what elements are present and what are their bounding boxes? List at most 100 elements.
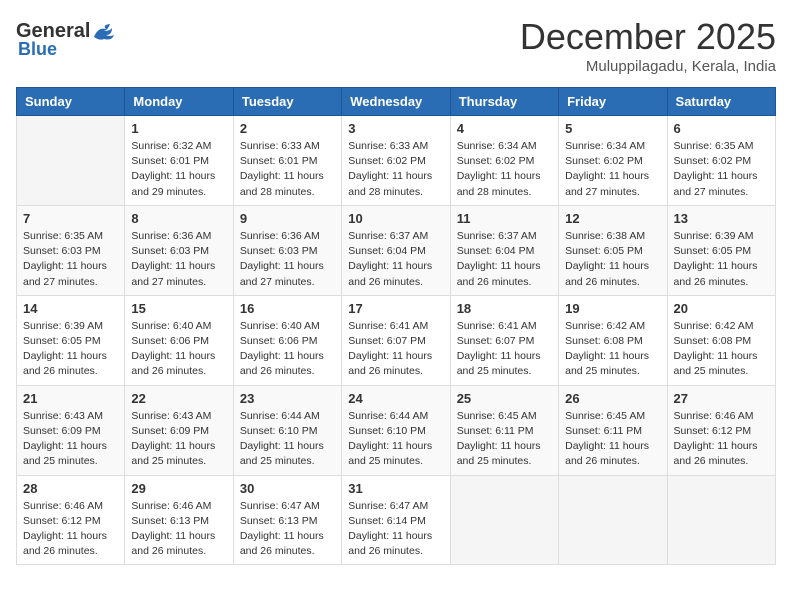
calendar-cell: 11 Sunrise: 6:37 AMSunset: 6:04 PMDayligh…: [450, 205, 558, 295]
calendar-cell: 20 Sunrise: 6:42 AMSunset: 6:08 PMDayligh…: [667, 295, 775, 385]
calendar-cell: 4 Sunrise: 6:34 AMSunset: 6:02 PMDaylight…: [450, 116, 558, 206]
cell-date-number: 22: [131, 391, 226, 406]
cell-sun-info: Sunrise: 6:36 AMSunset: 6:03 PMDaylight:…: [131, 229, 226, 290]
cell-sun-info: Sunrise: 6:41 AMSunset: 6:07 PMDaylight:…: [348, 319, 443, 380]
calendar-cell: 18 Sunrise: 6:41 AMSunset: 6:07 PMDayligh…: [450, 295, 558, 385]
calendar-week-row: 21 Sunrise: 6:43 AMSunset: 6:09 PMDayligh…: [17, 385, 776, 475]
cell-sun-info: Sunrise: 6:40 AMSunset: 6:06 PMDaylight:…: [240, 319, 335, 380]
cell-date-number: 17: [348, 301, 443, 316]
cell-sun-info: Sunrise: 6:37 AMSunset: 6:04 PMDaylight:…: [457, 229, 552, 290]
cell-sun-info: Sunrise: 6:44 AMSunset: 6:10 PMDaylight:…: [240, 409, 335, 470]
cell-date-number: 15: [131, 301, 226, 316]
calendar-cell: 17 Sunrise: 6:41 AMSunset: 6:07 PMDayligh…: [342, 295, 450, 385]
cell-date-number: 3: [348, 121, 443, 136]
cell-date-number: 30: [240, 481, 335, 496]
calendar-cell: 14 Sunrise: 6:39 AMSunset: 6:05 PMDayligh…: [17, 295, 125, 385]
calendar-cell: 3 Sunrise: 6:33 AMSunset: 6:02 PMDaylight…: [342, 116, 450, 206]
logo-bird-icon: [92, 23, 114, 41]
cell-sun-info: Sunrise: 6:47 AMSunset: 6:14 PMDaylight:…: [348, 499, 443, 560]
cell-date-number: 5: [565, 121, 660, 136]
cell-date-number: 25: [457, 391, 552, 406]
weekday-header-thursday: Thursday: [450, 88, 558, 116]
calendar-cell: 2 Sunrise: 6:33 AMSunset: 6:01 PMDaylight…: [233, 116, 341, 206]
weekday-header-sunday: Sunday: [17, 88, 125, 116]
cell-date-number: 28: [23, 481, 118, 496]
cell-date-number: 29: [131, 481, 226, 496]
location-text: Muluppilagadu, Kerala, India: [520, 58, 776, 75]
cell-date-number: 24: [348, 391, 443, 406]
cell-date-number: 18: [457, 301, 552, 316]
weekday-header-monday: Monday: [125, 88, 233, 116]
cell-sun-info: Sunrise: 6:43 AMSunset: 6:09 PMDaylight:…: [131, 409, 226, 470]
calendar-cell: 12Sunrise: 6:38 AMSunset: 6:05 PMDayligh…: [559, 205, 667, 295]
calendar-cell: 5 Sunrise: 6:34 AMSunset: 6:02 PMDaylight…: [559, 116, 667, 206]
calendar-table: SundayMondayTuesdayWednesdayThursdayFrid…: [16, 87, 776, 565]
weekday-header-wednesday: Wednesday: [342, 88, 450, 116]
calendar-cell: 8 Sunrise: 6:36 AMSunset: 6:03 PMDaylight…: [125, 205, 233, 295]
calendar-cell: 29Sunrise: 6:46 AMSunset: 6:13 PMDayligh…: [125, 475, 233, 565]
cell-sun-info: Sunrise: 6:39 AMSunset: 6:05 PMDaylight:…: [674, 229, 769, 290]
calendar-cell: 28 Sunrise: 6:46 AMSunset: 6:12 PMDayligh…: [17, 475, 125, 565]
calendar-cell: 19 Sunrise: 6:42 AMSunset: 6:08 PMDayligh…: [559, 295, 667, 385]
cell-date-number: 7: [23, 211, 118, 226]
cell-sun-info: Sunrise: 6:41 AMSunset: 6:07 PMDaylight:…: [457, 319, 552, 380]
calendar-week-row: 7 Sunrise: 6:35 AMSunset: 6:03 PMDaylight…: [17, 205, 776, 295]
calendar-cell: 30 Sunrise: 6:47 AMSunset: 6:13 PMDayligh…: [233, 475, 341, 565]
calendar-cell: 10Sunrise: 6:37 AMSunset: 6:04 PMDayligh…: [342, 205, 450, 295]
cell-date-number: 2: [240, 121, 335, 136]
cell-sun-info: Sunrise: 6:45 AMSunset: 6:11 PMDaylight:…: [457, 409, 552, 470]
cell-date-number: 10: [348, 211, 443, 226]
cell-date-number: 20: [674, 301, 769, 316]
cell-date-number: 9: [240, 211, 335, 226]
cell-sun-info: Sunrise: 6:32 AMSunset: 6:01 PMDaylight:…: [131, 139, 226, 200]
cell-sun-info: Sunrise: 6:43 AMSunset: 6:09 PMDaylight:…: [23, 409, 118, 470]
cell-sun-info: Sunrise: 6:34 AMSunset: 6:02 PMDaylight:…: [565, 139, 660, 200]
cell-sun-info: Sunrise: 6:40 AMSunset: 6:06 PMDaylight:…: [131, 319, 226, 380]
cell-sun-info: Sunrise: 6:39 AMSunset: 6:05 PMDaylight:…: [23, 319, 118, 380]
cell-date-number: 21: [23, 391, 118, 406]
logo: General Blue: [16, 20, 114, 60]
cell-sun-info: Sunrise: 6:42 AMSunset: 6:08 PMDaylight:…: [565, 319, 660, 380]
cell-sun-info: Sunrise: 6:47 AMSunset: 6:13 PMDaylight:…: [240, 499, 335, 560]
cell-sun-info: Sunrise: 6:46 AMSunset: 6:12 PMDaylight:…: [23, 499, 118, 560]
header: General Blue December 2025 Muluppilagadu…: [16, 16, 776, 75]
cell-sun-info: Sunrise: 6:42 AMSunset: 6:08 PMDaylight:…: [674, 319, 769, 380]
weekday-header-tuesday: Tuesday: [233, 88, 341, 116]
calendar-header-row: SundayMondayTuesdayWednesdayThursdayFrid…: [17, 88, 776, 116]
cell-date-number: 6: [674, 121, 769, 136]
calendar-week-row: 14 Sunrise: 6:39 AMSunset: 6:05 PMDayligh…: [17, 295, 776, 385]
calendar-cell: 26Sunrise: 6:45 AMSunset: 6:11 PMDayligh…: [559, 385, 667, 475]
cell-date-number: 23: [240, 391, 335, 406]
calendar-cell: 22 Sunrise: 6:43 AMSunset: 6:09 PMDayligh…: [125, 385, 233, 475]
calendar-cell: 21 Sunrise: 6:43 AMSunset: 6:09 PMDayligh…: [17, 385, 125, 475]
calendar-cell: 27Sunrise: 6:46 AMSunset: 6:12 PMDayligh…: [667, 385, 775, 475]
cell-date-number: 16: [240, 301, 335, 316]
cell-date-number: 27: [674, 391, 769, 406]
cell-date-number: 12: [565, 211, 660, 226]
cell-date-number: 4: [457, 121, 552, 136]
cell-sun-info: Sunrise: 6:34 AMSunset: 6:02 PMDaylight:…: [457, 139, 552, 200]
cell-sun-info: Sunrise: 6:36 AMSunset: 6:03 PMDaylight:…: [240, 229, 335, 290]
weekday-header-saturday: Saturday: [667, 88, 775, 116]
title-area: December 2025 Muluppilagadu, Kerala, Ind…: [520, 16, 776, 75]
calendar-cell: 25 Sunrise: 6:45 AMSunset: 6:11 PMDayligh…: [450, 385, 558, 475]
calendar-week-row: 1 Sunrise: 6:32 AMSunset: 6:01 PMDaylight…: [17, 116, 776, 206]
calendar-cell: 7 Sunrise: 6:35 AMSunset: 6:03 PMDaylight…: [17, 205, 125, 295]
calendar-cell: 15 Sunrise: 6:40 AMSunset: 6:06 PMDayligh…: [125, 295, 233, 385]
calendar-cell: 9 Sunrise: 6:36 AMSunset: 6:03 PMDaylight…: [233, 205, 341, 295]
calendar-cell: 6Sunrise: 6:35 AMSunset: 6:02 PMDaylight…: [667, 116, 775, 206]
calendar-cell: 23 Sunrise: 6:44 AMSunset: 6:10 PMDayligh…: [233, 385, 341, 475]
calendar-cell: [667, 475, 775, 565]
cell-date-number: 19: [565, 301, 660, 316]
weekday-header-friday: Friday: [559, 88, 667, 116]
cell-sun-info: Sunrise: 6:35 AMSunset: 6:03 PMDaylight:…: [23, 229, 118, 290]
cell-sun-info: Sunrise: 6:33 AMSunset: 6:01 PMDaylight:…: [240, 139, 335, 200]
cell-date-number: 14: [23, 301, 118, 316]
calendar-cell: 1 Sunrise: 6:32 AMSunset: 6:01 PMDaylight…: [125, 116, 233, 206]
cell-date-number: 1: [131, 121, 226, 136]
calendar-cell: [559, 475, 667, 565]
cell-date-number: 8: [131, 211, 226, 226]
calendar-week-row: 28 Sunrise: 6:46 AMSunset: 6:12 PMDayligh…: [17, 475, 776, 565]
cell-date-number: 11: [457, 211, 552, 226]
cell-sun-info: Sunrise: 6:33 AMSunset: 6:02 PMDaylight:…: [348, 139, 443, 200]
